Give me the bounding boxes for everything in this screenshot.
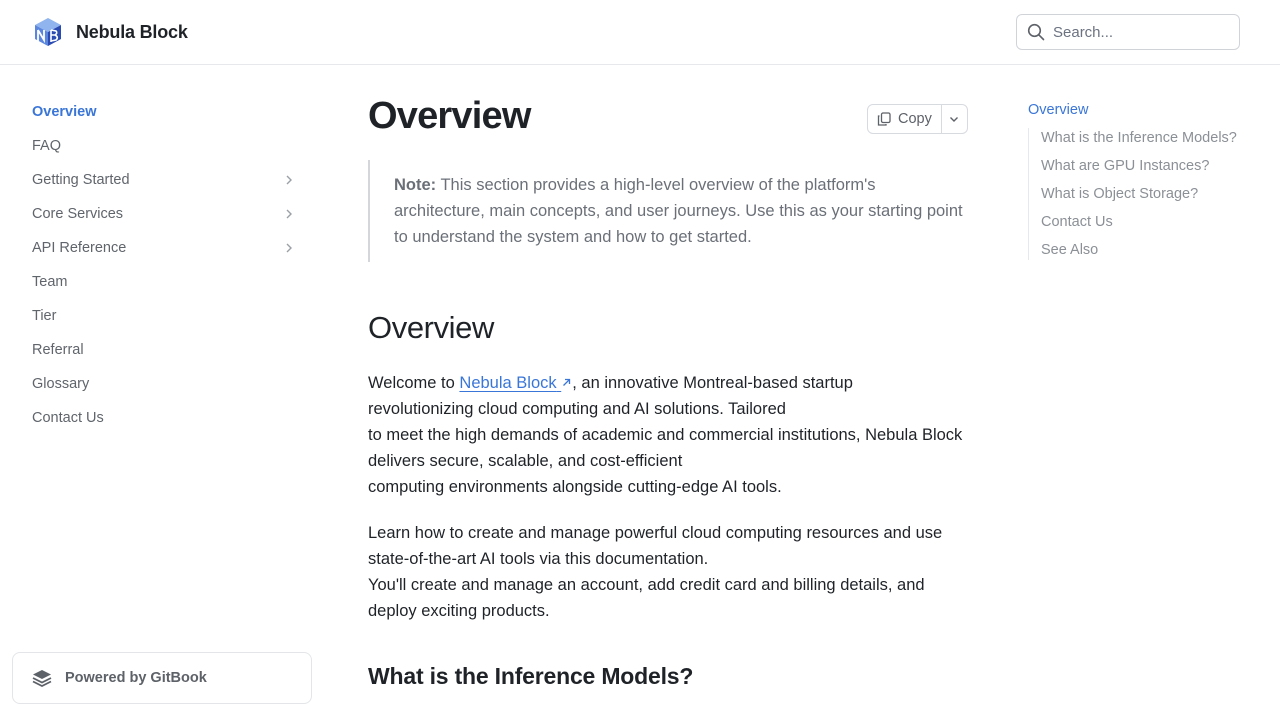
main-content: Overview Copy Note: This section provide… (368, 90, 968, 689)
sidebar-item-label: API Reference (32, 240, 127, 256)
toc-item-contact-us[interactable]: Contact Us (1041, 212, 1240, 232)
sidebar-item-overview[interactable]: Overview (16, 95, 304, 129)
nebula-block-link[interactable]: Nebula Block (459, 374, 572, 392)
intro-paragraph: Welcome to Nebula Block , an innovative … (368, 370, 968, 500)
search-input[interactable] (1053, 23, 1223, 41)
note-label: Note: (394, 176, 437, 194)
sidebar-item-label: Glossary (32, 376, 90, 392)
nebula-block-link-text: Nebula Block (459, 374, 557, 392)
search-box[interactable] (1016, 14, 1240, 50)
sidebar-item-faq[interactable]: FAQ (16, 129, 304, 163)
intro-text-line1: , an innovative Montreal-based startup (572, 374, 853, 392)
toc-item-inference-models[interactable]: What is the Inference Models? (1041, 128, 1240, 148)
chevron-right-icon[interactable] (282, 241, 296, 255)
sidebar-item-core-services[interactable]: Core Services (16, 197, 304, 231)
top-header: Nebula Block (0, 0, 1280, 65)
sidebar-item-label: Referral (32, 342, 84, 358)
sidebar-item-label: Contact Us (32, 410, 104, 426)
sidebar-item-label: Tier (32, 308, 57, 324)
powered-by-label: Powered by GitBook (65, 670, 207, 686)
section-heading-overview: Overview (368, 310, 494, 345)
sidebar-item-label: Getting Started (32, 172, 130, 188)
sidebar-item-referral[interactable]: Referral (16, 333, 304, 367)
sidebar-item-label: Team (32, 274, 68, 290)
intro-text-line4: computing environments alongside cutting… (368, 478, 782, 496)
toc-item-overview[interactable]: Overview (1028, 100, 1240, 120)
sidebar-item-team[interactable]: Team (16, 265, 304, 299)
copy-button-group: Copy (867, 104, 968, 134)
intro-text-line2: revolutionizing cloud computing and AI s… (368, 400, 786, 418)
brand-home-link[interactable]: Nebula Block (32, 16, 188, 48)
copy-label: Copy (898, 111, 932, 127)
search-icon (1027, 23, 1045, 41)
sidebar-item-getting-started[interactable]: Getting Started (16, 163, 304, 197)
toc-list: What is the Inference Models? What are G… (1028, 128, 1240, 260)
sidebar-item-contact-us[interactable]: Contact Us (16, 401, 304, 435)
toc-item-see-also[interactable]: See Also (1041, 240, 1240, 260)
copy-dropdown-button[interactable] (942, 105, 967, 133)
learn-paragraph: Learn how to create and manage powerful … (368, 520, 968, 624)
gitbook-icon (32, 670, 52, 688)
copy-icon (877, 112, 891, 126)
intro-text-line3: to meet the high demands of academic and… (368, 426, 963, 470)
sidebar-item-tier[interactable]: Tier (16, 299, 304, 333)
external-link-icon (563, 378, 571, 386)
chevron-right-icon[interactable] (282, 173, 296, 187)
sidebar-item-label: Core Services (32, 206, 124, 222)
chevron-right-icon[interactable] (282, 207, 296, 221)
copy-button[interactable]: Copy (868, 105, 942, 133)
toc-item-object-storage[interactable]: What is Object Storage? (1041, 184, 1240, 204)
note-text: This section provides a high-level overv… (394, 176, 963, 246)
note-callout: Note: This section provides a high-level… (368, 160, 968, 262)
nebula-cube-logo-icon (35, 18, 61, 46)
sidebar-item-glossary[interactable]: Glossary (16, 367, 304, 401)
sidebar-item-label: FAQ (32, 138, 62, 154)
sidebar-item-api-reference[interactable]: API Reference (16, 231, 304, 265)
toc-item-gpu-instances[interactable]: What are GPU Instances? (1041, 156, 1240, 176)
chevron-down-icon (950, 117, 959, 122)
section-heading-inference-models: What is the Inference Models? (368, 663, 694, 689)
sidebar-item-label: Overview (32, 104, 97, 120)
brand-name: Nebula Block (76, 21, 188, 42)
powered-by-gitbook-link[interactable]: Powered by GitBook (12, 652, 312, 704)
sidebar-nav: Overview FAQ Getting Started Core Servic… (16, 95, 304, 435)
table-of-contents: Overview What is the Inference Models? W… (1028, 100, 1240, 268)
intro-text-prefix: Welcome to (368, 374, 460, 392)
learn-text-line2: You'll create and manage an account, add… (368, 576, 925, 620)
learn-text-line1: Learn how to create and manage powerful … (368, 524, 943, 568)
